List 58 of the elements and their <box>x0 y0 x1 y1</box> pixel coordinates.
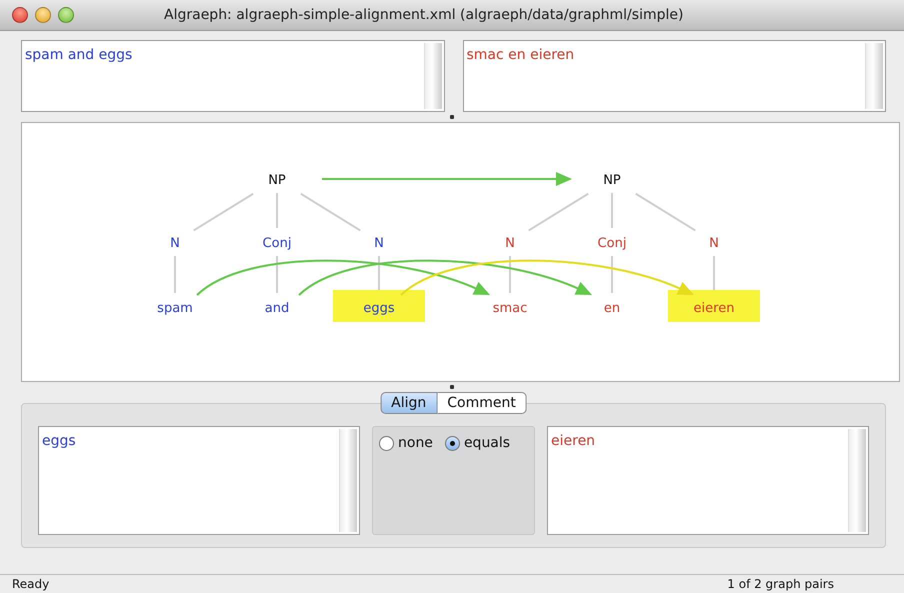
scrollbar[interactable] <box>339 429 357 532</box>
tree-edge <box>276 256 278 293</box>
sentence-text-area[interactable]: spam and eggs <box>21 40 444 112</box>
node-label[interactable]: NP <box>268 173 286 188</box>
scrollbar[interactable] <box>424 43 442 109</box>
selection-text-area[interactable]: eggs <box>38 426 360 535</box>
scrollbar[interactable] <box>865 43 883 109</box>
tree-edge <box>378 256 380 293</box>
tab[interactable]: Align <box>380 392 438 414</box>
node-label[interactable]: and <box>264 301 290 316</box>
close-button[interactable] <box>12 7 28 23</box>
node-label[interactable]: eggs <box>363 301 395 316</box>
tree-edge <box>276 193 278 228</box>
tree-edge <box>528 192 589 232</box>
window-title: Algraeph: algraeph-simple-alignment.xml (algraeph/data/graphml/simple) <box>164 7 684 23</box>
alignment-arrow[interactable] <box>196 260 490 296</box>
sentence-text: spam and eggs <box>25 47 132 63</box>
node-label[interactable]: Conj <box>262 236 292 251</box>
alignment-arrow[interactable] <box>298 260 592 296</box>
tree-edge <box>635 192 696 232</box>
tree-edge <box>509 256 511 293</box>
tab[interactable]: Comment <box>437 392 527 414</box>
node-label[interactable]: Conj <box>598 236 626 251</box>
selection-text-area[interactable]: eieren <box>547 426 869 535</box>
status-message: Ready <box>12 577 50 591</box>
node-label[interactable]: N <box>170 236 180 251</box>
node-label[interactable]: smac <box>492 301 528 316</box>
tree-edge <box>174 256 176 293</box>
tree-edge <box>713 256 715 293</box>
splitter-handle[interactable] <box>450 115 454 119</box>
relation-radio[interactable]: equals <box>444 435 510 451</box>
radio-icon[interactable] <box>379 436 394 450</box>
node-label[interactable]: N <box>374 236 384 251</box>
radio-label: none <box>398 435 433 451</box>
node-label[interactable]: NP <box>603 173 621 188</box>
node-label[interactable]: N <box>505 236 515 251</box>
alignment-arrow[interactable] <box>400 260 694 296</box>
tree-edge <box>611 193 613 228</box>
minimize-button[interactable] <box>35 7 51 23</box>
splitter-handle[interactable] <box>450 385 454 389</box>
scrollbar[interactable] <box>848 429 866 532</box>
graph-pair-count: 1 of 2 graph pairs <box>727 577 834 591</box>
radio-icon[interactable] <box>444 436 460 450</box>
sentence-text-area[interactable]: smac en eieren <box>462 40 886 112</box>
sentence-text: smac en eieren <box>466 47 574 63</box>
selection-text: eieren <box>551 433 596 449</box>
node-label[interactable]: spam <box>157 301 193 316</box>
tree-edge <box>611 256 613 293</box>
selection-text: eggs <box>42 433 76 449</box>
relation-radio[interactable]: none <box>379 435 433 451</box>
zoom-button[interactable] <box>58 7 74 23</box>
node-label[interactable]: N <box>709 236 719 251</box>
tree-edge <box>193 192 254 232</box>
tree-edge <box>300 192 361 232</box>
radio-label: equals <box>464 435 510 451</box>
alignment-arrow[interactable] <box>322 172 572 186</box>
node-label[interactable]: en <box>604 301 620 316</box>
node-label[interactable]: eieren <box>694 301 734 316</box>
